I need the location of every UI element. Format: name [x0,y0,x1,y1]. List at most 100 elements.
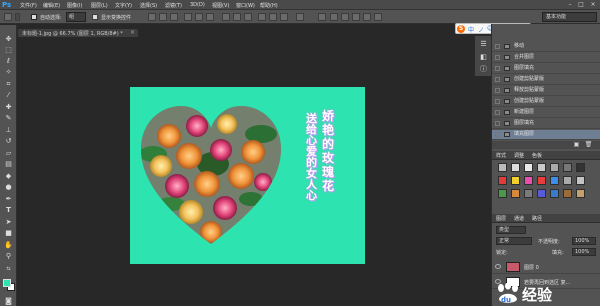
preset-dropdown-arrow-icon[interactable] [15,13,20,21]
document-canvas[interactable]: 娇艳的玫瑰花 送给心爱的女人心 [130,87,365,264]
blend-mode-dropdown[interactable]: 正常 [496,237,532,245]
dodge-icon[interactable]: ● [4,183,13,191]
history-item[interactable]: 移动 [492,42,600,52]
info-panel-icon[interactable]: ⓘ [479,65,488,73]
style-swatch[interactable] [511,176,520,185]
style-swatch[interactable] [498,176,507,185]
type-icon[interactable]: T [4,206,13,214]
align-bottom-icon[interactable] [170,13,178,21]
sogou-logo-icon[interactable]: S [457,25,465,33]
style-swatch[interactable] [537,189,546,198]
tab-paths[interactable]: 路径 [532,215,542,222]
blur-icon[interactable]: ◆ [4,172,13,180]
minimize-button[interactable]: – [566,1,574,8]
align-left-icon[interactable] [184,13,192,21]
menu-help[interactable]: 帮助(H) [260,2,278,9]
hand-icon[interactable]: ✋ [4,241,13,249]
swap-colors-icon[interactable]: ⇆ [4,265,13,273]
menu-filter[interactable]: 滤镜(T) [165,2,182,9]
clone-stamp-icon[interactable]: ⊥ [4,126,13,134]
menu-type[interactable]: 文字(Y) [115,2,132,9]
align-hcenter-icon[interactable] [195,13,203,21]
align-right-icon[interactable] [206,13,214,21]
visibility-eye-icon[interactable] [495,264,501,269]
menu-view[interactable]: 视图(V) [212,2,229,9]
history-brush-icon[interactable]: ↺ [4,137,13,145]
new-snapshot-icon[interactable]: ▣ [572,141,581,148]
distribute-left-icon[interactable] [258,13,266,21]
style-swatch[interactable] [524,163,533,172]
pen-icon[interactable]: ✒ [4,195,13,203]
history-item[interactable]: 创建剪贴蒙版 [492,97,600,107]
distribute-top-icon[interactable] [222,13,230,21]
align-vcenter-icon[interactable] [159,13,167,21]
canvas-workspace[interactable]: 娇艳的玫瑰花 送给心爱的女人心 [18,37,494,306]
tab-adjustments[interactable]: 调整 [514,152,524,159]
maximize-button[interactable]: □ [577,1,585,8]
opacity-field[interactable]: 100% [572,237,596,245]
show-transform-checkbox[interactable] [92,14,98,20]
tab-layers[interactable]: 图层 [496,215,506,222]
menu-select[interactable]: 选择(S) [140,2,157,9]
history-item[interactable]: 图层填充 [492,64,600,74]
eyedropper-icon[interactable]: ⁄ [4,91,13,99]
distribute-bottom-icon[interactable] [244,13,252,21]
layer-kind-filter[interactable]: 类型 [496,226,526,234]
style-swatch[interactable] [550,189,559,198]
crop-icon[interactable]: ⌗ [4,80,13,88]
fill-field[interactable]: 100% [572,248,596,256]
foreground-color-swatch[interactable] [3,279,11,287]
style-swatch[interactable] [563,176,572,185]
menu-file[interactable]: 文件(F) [20,2,37,9]
close-document-icon[interactable]: × [130,29,135,36]
menu-3d[interactable]: 3D(D) [190,2,205,8]
delete-icon[interactable]: 🗑 [584,141,593,148]
quick-mask-icon[interactable]: ◙ [4,297,13,305]
path-select-icon[interactable]: ➤ [4,218,13,226]
style-swatch[interactable] [498,163,507,172]
style-swatch[interactable] [511,189,520,198]
layer-row[interactable]: 图层 0 [492,260,600,274]
style-swatch[interactable] [498,189,507,198]
history-item[interactable]: 创建剪贴蒙版 [492,75,600,85]
history-item-current[interactable]: 填充图层 [492,130,600,140]
auto-select-checkbox[interactable] [31,14,37,20]
align-top-icon[interactable] [148,13,156,21]
style-swatch[interactable] [524,176,533,185]
brush-icon[interactable]: ✎ [4,114,13,122]
move-tool-icon[interactable]: ✥ [4,35,13,43]
menu-image[interactable]: 图像(I) [67,2,82,9]
3d-drag-icon[interactable] [352,13,360,21]
auto-align-icon[interactable] [296,13,304,21]
menu-layer[interactable]: 图层(L) [91,2,108,9]
auto-select-target-dropdown[interactable]: 组 [66,12,86,22]
marquee-tool-icon[interactable]: ⬚ [4,46,13,54]
style-swatch[interactable] [537,176,546,185]
style-swatch[interactable] [511,163,520,172]
history-item[interactable]: 释放剪贴蒙版 [492,86,600,96]
move-tool-preset-icon[interactable] [4,13,12,21]
style-swatch[interactable] [537,163,546,172]
menu-window[interactable]: 窗口(W) [236,2,255,9]
style-swatch[interactable] [550,163,559,172]
tab-styles[interactable]: 样式 [496,152,506,159]
menu-edit[interactable]: 编辑(E) [43,2,60,9]
magic-wand-icon[interactable]: ✧ [4,68,13,76]
tab-channels[interactable]: 通道 [514,215,524,222]
tab-swatches[interactable]: 色板 [532,152,542,159]
distribute-hcenter-icon[interactable] [269,13,277,21]
eraser-icon[interactable]: ▱ [4,149,13,157]
history-item[interactable]: 图层填充 [492,119,600,129]
document-tab[interactable]: 未标题-1.jpg @ 66.7% (图层 1, RGB/8#) * × [18,29,138,37]
rectangle-icon[interactable]: ■ [4,229,13,237]
gradient-icon[interactable]: ▤ [4,160,13,168]
properties-panel-icon[interactable]: ◧ [479,53,488,61]
close-window-button[interactable]: × [589,1,597,8]
style-swatch[interactable] [524,189,533,198]
style-swatch[interactable] [576,176,585,185]
zoom-icon[interactable]: ⚲ [4,252,13,260]
3d-scale-icon[interactable] [374,13,382,21]
punctuation-icon[interactable]: ノ [478,25,484,34]
style-swatch[interactable] [576,189,585,198]
style-swatch[interactable] [563,163,572,172]
